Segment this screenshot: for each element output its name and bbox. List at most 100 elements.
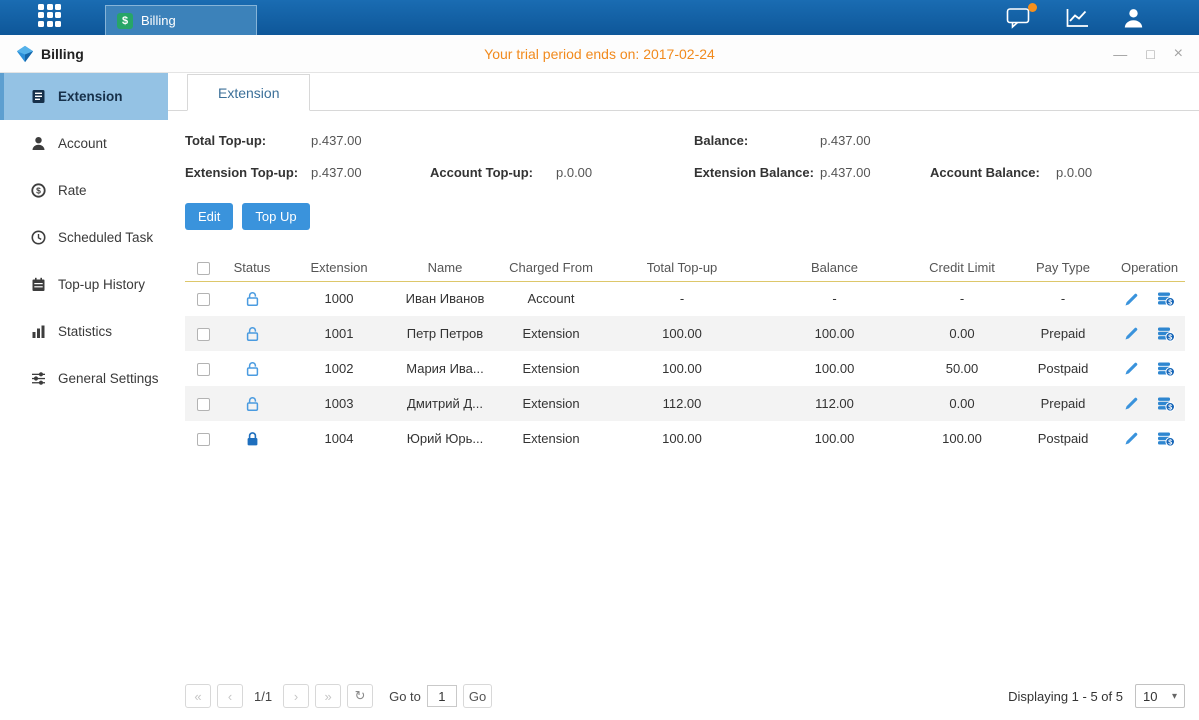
cell-credit-limit: - [912,281,1012,316]
billing-app-window: $ Billing [0,0,1199,720]
total-topup-field: Total Top-up:p.437.00 [185,133,430,148]
cell-name: Юрий Юрь... [395,421,495,456]
row-checkbox[interactable] [197,398,210,411]
edit-icon[interactable] [1124,396,1139,411]
topup-icon[interactable]: $ [1157,326,1175,342]
topbar-tab-billing[interactable]: $ Billing [105,5,257,35]
sidebar-item-account[interactable]: Account [0,120,168,167]
svg-text:$: $ [1168,439,1172,446]
refresh-icon[interactable]: ↻ [347,684,373,708]
status-unlocked-icon [245,291,260,307]
cell-pay-type: Postpaid [1012,351,1114,386]
goto-page-input[interactable] [427,685,457,707]
bar-chart-icon [31,324,46,339]
cell-name: Дмитрий Д... [395,386,495,421]
topup-icon[interactable]: $ [1157,291,1175,307]
row-checkbox[interactable] [197,293,210,306]
pagination-bar: « ‹ 1/1 › » ↻ Go to Go Displaying 1 - 5 … [185,674,1185,708]
sidebar-item-label: Statistics [58,324,112,339]
calendar-icon [31,277,46,292]
table-row[interactable]: 1003 Дмитрий Д... Extension 112.00 112.0… [185,386,1185,421]
row-checkbox[interactable] [197,433,210,446]
sidebar-item-extension[interactable]: Extension [0,73,168,120]
go-button[interactable]: Go [463,684,492,708]
edit-icon[interactable] [1124,431,1139,446]
table-row[interactable]: 1001 Петр Петров Extension 100.00 100.00… [185,316,1185,351]
page-size-value: 10 [1143,689,1157,704]
trial-notice: Your trial period ends on: 2017-02-24 [484,46,715,62]
balance-field: Balance:p.437.00 [694,133,930,148]
user-account-icon[interactable] [1122,7,1145,29]
topbar-tab-billing-label: Billing [141,13,176,28]
close-button[interactable]: × [1174,46,1183,62]
extension-ledger-icon [31,89,46,104]
account-topup-field: Account Top-up:p.0.00 [430,165,694,180]
sidebar: Extension Account $ Rate Scheduled Task … [0,73,168,720]
reports-chart-icon[interactable] [1065,8,1089,28]
sidebar-item-label: Top-up History [58,277,145,292]
table-row[interactable]: 1000 Иван Иванов Account - - - - [185,281,1185,316]
col-total-topup: Total Top-up [607,254,757,281]
page-size-select[interactable]: 10 ▾ [1135,684,1185,708]
row-checkbox[interactable] [197,363,210,376]
table-row[interactable]: 1002 Мария Ива... Extension 100.00 100.0… [185,351,1185,386]
sidebar-item-statistics[interactable]: Statistics [0,308,168,355]
edit-icon[interactable] [1124,361,1139,376]
edit-icon[interactable] [1124,292,1139,307]
extension-topup-field: Extension Top-up:p.437.00 [185,165,430,180]
tab-extension[interactable]: Extension [187,74,310,111]
edit-button[interactable]: Edit [185,203,233,230]
minimize-button[interactable]: — [1113,47,1127,61]
col-balance: Balance [757,254,912,281]
table-header-row: Status Extension Name Charged From Total… [185,254,1185,281]
sidebar-item-rate[interactable]: $ Rate [0,167,168,214]
cell-pay-type: Prepaid [1012,386,1114,421]
cell-pay-type: Postpaid [1012,421,1114,456]
sidebar-item-scheduled-task[interactable]: Scheduled Task [0,214,168,261]
sidebar-item-label: Rate [58,183,87,198]
row-checkbox[interactable] [197,328,210,341]
topup-icon[interactable]: $ [1157,361,1175,377]
app-launcher-icon[interactable] [38,4,61,27]
next-page-button[interactable]: › [283,684,309,708]
cell-extension: 1000 [283,281,395,316]
extension-table: Status Extension Name Charged From Total… [185,254,1185,456]
topbar: $ Billing [0,0,1199,35]
topup-icon[interactable]: $ [1157,396,1175,412]
cell-charged-from: Extension [495,316,607,351]
cell-total-topup: 100.00 [607,316,757,351]
main-content: Extension Total Top-up:p.437.00 Balance:… [168,73,1199,720]
maximize-button[interactable]: □ [1146,47,1154,61]
top-up-button[interactable]: Top Up [242,203,309,230]
displaying-summary: Displaying 1 - 5 of 5 [1008,689,1123,704]
edit-icon[interactable] [1124,326,1139,341]
first-page-button[interactable]: « [185,684,211,708]
cell-total-topup: 112.00 [607,386,757,421]
cell-extension: 1002 [283,351,395,386]
svg-text:$: $ [1168,300,1172,307]
cell-name: Петр Петров [395,316,495,351]
extension-table-body: 1000 Иван Иванов Account - - - - [185,281,1185,456]
window-titlebar: Billing Your trial period ends on: 2017-… [0,35,1199,73]
topup-icon[interactable]: $ [1157,431,1175,447]
notifications-icon[interactable] [1006,7,1032,29]
sidebar-item-topup-history[interactable]: Top-up History [0,261,168,308]
sidebar-item-general-settings[interactable]: General Settings [0,355,168,402]
status-unlocked-icon [245,396,260,412]
col-pay-type: Pay Type [1012,254,1114,281]
cell-charged-from: Extension [495,421,607,456]
table-row[interactable]: 1004 Юрий Юрь... Extension 100.00 100.00… [185,421,1185,456]
prev-page-button[interactable]: ‹ [217,684,243,708]
cell-credit-limit: 0.00 [912,386,1012,421]
extension-balance-field: Extension Balance:p.437.00 [694,165,930,180]
sliders-icon [31,371,46,386]
cell-total-topup: 100.00 [607,421,757,456]
clock-icon [31,230,46,245]
cell-balance: 100.00 [757,351,912,386]
last-page-button[interactable]: » [315,684,341,708]
cell-credit-limit: 0.00 [912,316,1012,351]
cell-balance: 100.00 [757,316,912,351]
select-all-checkbox[interactable] [197,262,210,275]
status-unlocked-icon [245,361,260,377]
col-name: Name [395,254,495,281]
